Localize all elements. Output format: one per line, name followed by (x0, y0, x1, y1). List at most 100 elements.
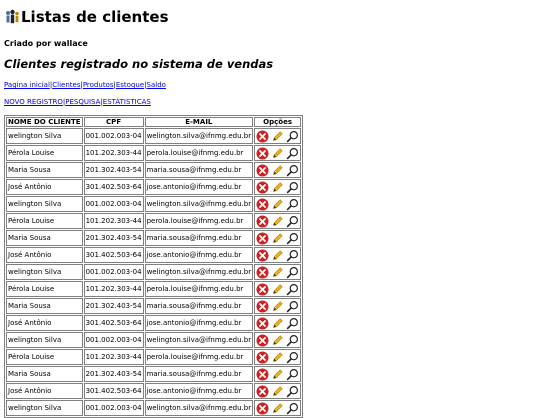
options-group (256, 402, 299, 415)
new-record-link[interactable]: NOVO REGISTRO (4, 98, 63, 106)
delete-icon[interactable] (256, 130, 269, 143)
cell-email: welington.silva@ifnmg.edu.br (144, 332, 254, 348)
edit-icon[interactable] (271, 351, 284, 364)
search-icon[interactable] (286, 181, 299, 194)
edit-icon[interactable] (271, 147, 284, 160)
statistics-link[interactable]: ESTÁTISTICAS (103, 98, 151, 106)
options-group (256, 164, 299, 177)
edit-icon[interactable] (271, 402, 284, 415)
edit-icon[interactable] (271, 130, 284, 143)
search-icon[interactable] (286, 232, 299, 245)
delete-icon[interactable] (256, 215, 269, 228)
delete-icon[interactable] (256, 198, 269, 211)
cell-cpf: 301.402.503-64 (83, 383, 144, 399)
edit-icon[interactable] (271, 198, 284, 211)
cell-cpf: 101.202.303-44 (83, 281, 144, 297)
delete-icon[interactable] (256, 232, 269, 245)
cell-email: jose.antonio@ifnmg.edu.br (144, 247, 254, 263)
delete-icon[interactable] (256, 317, 269, 330)
edit-icon[interactable] (271, 232, 284, 245)
table-row: welington Silva 001.002.003-04 welington… (6, 400, 302, 416)
nav-link-stock[interactable]: Estoque (116, 81, 144, 89)
edit-icon[interactable] (271, 317, 284, 330)
edit-icon[interactable] (271, 368, 284, 381)
cell-options (254, 230, 302, 246)
cell-options (254, 179, 302, 195)
nav-link-products[interactable]: Produtos (83, 81, 114, 89)
edit-icon[interactable] (271, 164, 284, 177)
delete-icon[interactable] (256, 266, 269, 279)
cell-email: maria.sousa@ifnmg.edu.br (144, 298, 254, 314)
edit-icon[interactable] (271, 249, 284, 262)
search-icon[interactable] (286, 300, 299, 313)
delete-icon[interactable] (256, 385, 269, 398)
table-header-row: NOME DO CLIENTE CPF E-MAIL Opções (6, 117, 302, 127)
search-link[interactable]: PESQUISA (65, 98, 100, 106)
options-group (256, 368, 299, 381)
options-group (256, 385, 299, 398)
options-group (256, 317, 299, 330)
page-title: Listas de clientes (4, 6, 536, 28)
search-icon[interactable] (286, 215, 299, 228)
table-row: welington Silva 001.002.003-04 welington… (6, 264, 302, 280)
delete-icon[interactable] (256, 164, 269, 177)
search-icon[interactable] (286, 147, 299, 160)
search-icon[interactable] (286, 317, 299, 330)
edit-icon[interactable] (271, 283, 284, 296)
cell-cpf: 001.002.003-04 (83, 196, 144, 212)
edit-icon[interactable] (271, 300, 284, 313)
options-group (256, 283, 299, 296)
cell-cpf: 301.402.503-64 (83, 247, 144, 263)
options-group (256, 198, 299, 211)
search-icon[interactable] (286, 368, 299, 381)
cell-options (254, 145, 302, 161)
table-row: Pérola Louise 101.202.303-44 perola.loui… (6, 281, 302, 297)
table-row: José Antônio 301.402.503-64 jose.antonio… (6, 315, 302, 331)
search-icon[interactable] (286, 198, 299, 211)
table-row: welington Silva 001.002.003-04 welington… (6, 128, 302, 144)
search-icon[interactable] (286, 334, 299, 347)
delete-icon[interactable] (256, 249, 269, 262)
delete-icon[interactable] (256, 283, 269, 296)
people-icon (4, 9, 20, 25)
title-text: Listas de clientes (21, 8, 169, 26)
edit-icon[interactable] (271, 215, 284, 228)
search-icon[interactable] (286, 402, 299, 415)
cell-name: Maria Sousa (6, 162, 83, 178)
nav-link-home[interactable]: Pagina inicial (4, 81, 50, 89)
cell-cpf: 101.202.303-44 (83, 349, 144, 365)
search-icon[interactable] (286, 249, 299, 262)
cell-cpf: 301.402.503-64 (83, 179, 144, 195)
nav-link-balance[interactable]: Saldo (147, 81, 166, 89)
search-icon[interactable] (286, 130, 299, 143)
search-icon[interactable] (286, 266, 299, 279)
delete-icon[interactable] (256, 300, 269, 313)
search-icon[interactable] (286, 351, 299, 364)
cell-cpf: 001.002.003-04 (83, 264, 144, 280)
options-group (256, 147, 299, 160)
cell-options (254, 332, 302, 348)
edit-icon[interactable] (271, 385, 284, 398)
delete-icon[interactable] (256, 147, 269, 160)
delete-icon[interactable] (256, 181, 269, 194)
edit-icon[interactable] (271, 266, 284, 279)
options-group (256, 300, 299, 313)
nav-link-clients[interactable]: Clientes (52, 81, 80, 89)
delete-icon[interactable] (256, 368, 269, 381)
cell-email: maria.sousa@ifnmg.edu.br (144, 230, 254, 246)
cell-email: jose.antonio@ifnmg.edu.br (144, 179, 254, 195)
delete-icon[interactable] (256, 334, 269, 347)
search-icon[interactable] (286, 283, 299, 296)
cell-options (254, 383, 302, 399)
cell-name: Pérola Louise (6, 145, 83, 161)
options-group (256, 351, 299, 364)
cell-options (254, 281, 302, 297)
delete-icon[interactable] (256, 351, 269, 364)
delete-icon[interactable] (256, 402, 269, 415)
edit-icon[interactable] (271, 181, 284, 194)
search-icon[interactable] (286, 385, 299, 398)
search-icon[interactable] (286, 164, 299, 177)
created-by: Criado por wallace (4, 39, 88, 48)
cell-cpf: 301.402.503-64 (83, 315, 144, 331)
edit-icon[interactable] (271, 334, 284, 347)
